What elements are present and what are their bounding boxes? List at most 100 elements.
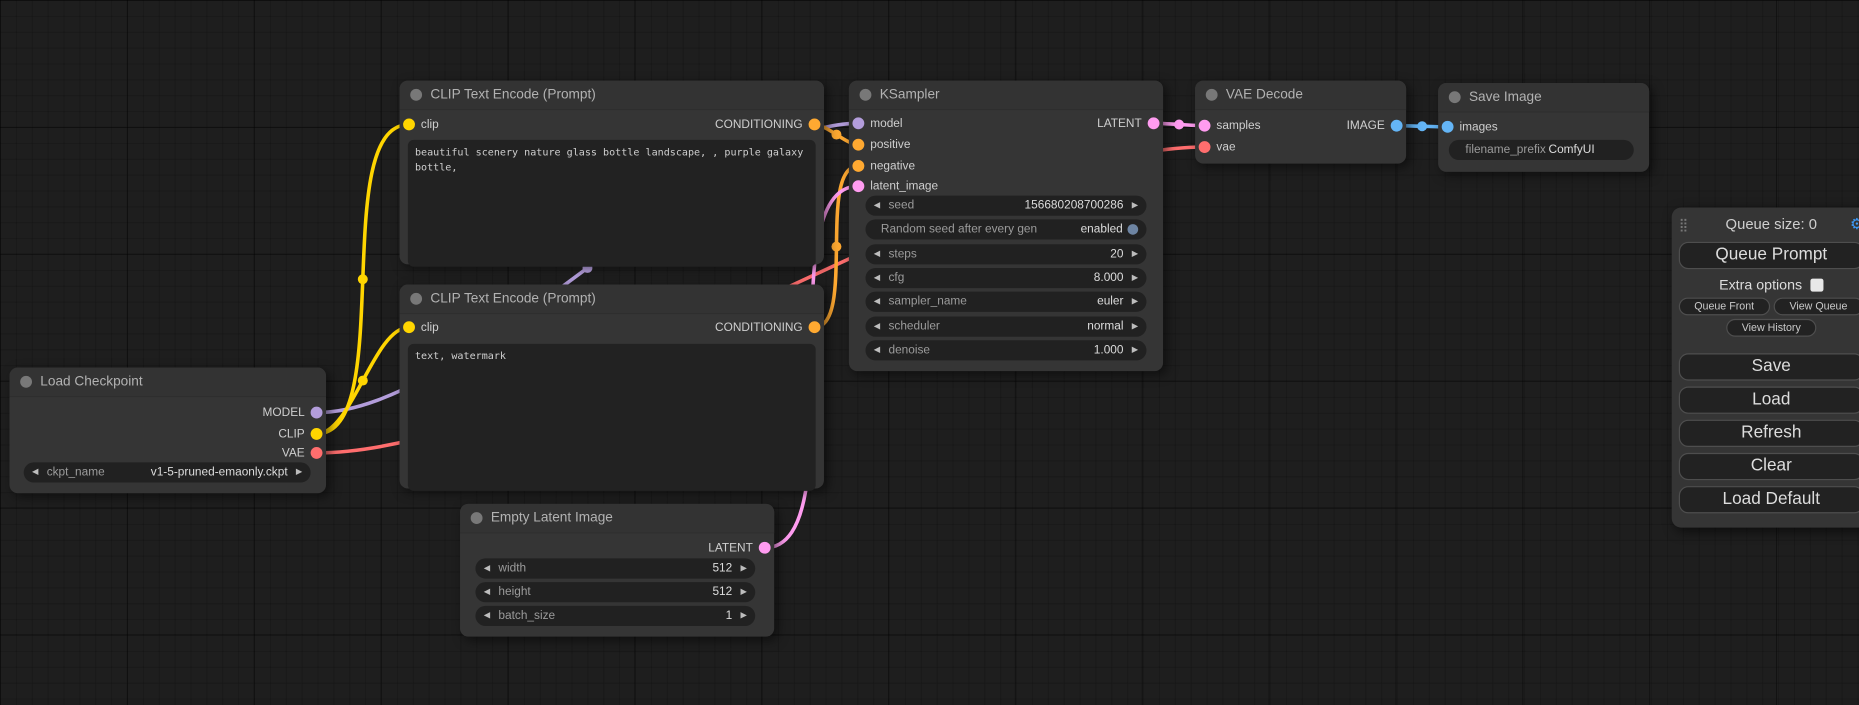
collapse-toggle-icon[interactable] bbox=[471, 512, 483, 524]
node-title-bar[interactable]: Save Image bbox=[1438, 83, 1649, 113]
output-slot-conditioning[interactable]: CONDITIONING bbox=[715, 117, 820, 131]
decrement-arrow-icon[interactable]: ◀ bbox=[484, 564, 490, 572]
input-slot-clip[interactable]: clip bbox=[403, 117, 439, 131]
drag-handle-icon[interactable]: ⣿ bbox=[1679, 216, 1698, 231]
graph-canvas[interactable]: Load Checkpoint MODEL CLIP VAE ◀ ckpt_na… bbox=[0, 0, 1859, 705]
increment-arrow-icon[interactable]: ▶ bbox=[1132, 298, 1138, 306]
slot-dot[interactable] bbox=[1442, 121, 1454, 133]
output-slot-image[interactable]: IMAGE bbox=[1347, 119, 1403, 133]
slot-dot[interactable] bbox=[852, 117, 864, 129]
decrement-arrow-icon[interactable]: ◀ bbox=[874, 250, 880, 258]
widget-filename-prefix[interactable]: filename_prefix ComfyUI bbox=[1449, 140, 1634, 160]
view-queue-button[interactable]: View Queue bbox=[1773, 297, 1859, 315]
decrement-arrow-icon[interactable]: ◀ bbox=[874, 274, 880, 282]
node-empty-latent-image[interactable]: Empty Latent Image LATENT ◀ width 512 ▶ … bbox=[460, 504, 774, 637]
node-title-bar[interactable]: Load Checkpoint bbox=[9, 368, 326, 398]
widget-batch-size[interactable]: ◀ batch_size 1 ▶ bbox=[475, 606, 755, 626]
slot-dot[interactable] bbox=[809, 119, 821, 131]
load-default-button[interactable]: Load Default bbox=[1679, 486, 1859, 513]
collapse-toggle-icon[interactable] bbox=[410, 293, 422, 305]
output-slot-latent[interactable]: LATENT bbox=[1097, 116, 1159, 130]
prompt-textarea[interactable]: beautiful scenery nature glass bottle la… bbox=[408, 140, 816, 267]
node-load-checkpoint[interactable]: Load Checkpoint MODEL CLIP VAE ◀ ckpt_na… bbox=[9, 368, 326, 494]
node-title-bar[interactable]: KSampler bbox=[849, 81, 1163, 111]
collapse-toggle-icon[interactable] bbox=[20, 376, 32, 388]
increment-arrow-icon[interactable]: ▶ bbox=[1132, 346, 1138, 354]
node-vae-decode[interactable]: VAE Decode samples vae IMAGE bbox=[1195, 81, 1406, 164]
extra-options-checkbox[interactable] bbox=[1810, 278, 1823, 291]
decrement-arrow-icon[interactable]: ◀ bbox=[874, 346, 880, 354]
clear-button[interactable]: Clear bbox=[1679, 453, 1859, 480]
slot-dot[interactable] bbox=[403, 321, 415, 333]
load-button[interactable]: Load bbox=[1679, 387, 1859, 414]
input-slot-samples[interactable]: samples bbox=[1199, 119, 1261, 133]
slot-dot[interactable] bbox=[1199, 141, 1211, 153]
output-slot-conditioning[interactable]: CONDITIONING bbox=[715, 320, 820, 334]
input-slot-negative[interactable]: negative bbox=[852, 159, 915, 173]
widget-height[interactable]: ◀ height 512 ▶ bbox=[475, 582, 755, 602]
node-save-image[interactable]: Save Image images filename_prefix ComfyU… bbox=[1438, 83, 1649, 172]
widget-seed[interactable]: ◀ seed 156680208700286 ▶ bbox=[865, 196, 1146, 216]
increment-arrow-icon[interactable]: ▶ bbox=[296, 468, 302, 476]
collapse-toggle-icon[interactable] bbox=[1206, 89, 1218, 101]
slot-dot[interactable] bbox=[403, 119, 415, 131]
input-slot-clip[interactable]: clip bbox=[403, 320, 439, 334]
queue-front-button[interactable]: Queue Front bbox=[1679, 297, 1770, 315]
widget-steps[interactable]: ◀ steps 20 ▶ bbox=[865, 244, 1146, 264]
decrement-arrow-icon[interactable]: ◀ bbox=[874, 202, 880, 210]
input-slot-vae[interactable]: vae bbox=[1199, 140, 1236, 154]
decrement-arrow-icon[interactable]: ◀ bbox=[874, 298, 880, 306]
increment-arrow-icon[interactable]: ▶ bbox=[1132, 274, 1138, 282]
output-slot-clip[interactable]: CLIP bbox=[278, 427, 322, 441]
queue-prompt-button[interactable]: Queue Prompt bbox=[1679, 241, 1859, 268]
increment-arrow-icon[interactable]: ▶ bbox=[741, 564, 747, 572]
prompt-textarea[interactable]: text, watermark bbox=[408, 344, 816, 491]
decrement-arrow-icon[interactable]: ◀ bbox=[32, 468, 38, 476]
increment-arrow-icon[interactable]: ▶ bbox=[741, 612, 747, 620]
node-clip-text-encode-negative[interactable]: CLIP Text Encode (Prompt) clip CONDITION… bbox=[400, 285, 824, 489]
widget-denoise[interactable]: ◀ denoise 1.000 ▶ bbox=[865, 340, 1146, 360]
slot-dot[interactable] bbox=[1391, 120, 1403, 132]
node-title-bar[interactable]: Empty Latent Image bbox=[460, 504, 774, 534]
input-slot-latent-image[interactable]: latent_image bbox=[852, 179, 938, 193]
slot-dot[interactable] bbox=[311, 428, 323, 440]
slot-dot[interactable] bbox=[852, 180, 864, 192]
save-button[interactable]: Save bbox=[1679, 353, 1859, 380]
refresh-button[interactable]: Refresh bbox=[1679, 420, 1859, 447]
widget-width[interactable]: ◀ width 512 ▶ bbox=[475, 558, 755, 578]
decrement-arrow-icon[interactable]: ◀ bbox=[484, 612, 490, 620]
decrement-arrow-icon[interactable]: ◀ bbox=[484, 588, 490, 596]
settings-gear-icon[interactable]: ⚙ bbox=[1845, 215, 1859, 233]
increment-arrow-icon[interactable]: ▶ bbox=[741, 588, 747, 596]
toggle-indicator-icon[interactable] bbox=[1128, 224, 1139, 235]
widget-ckpt-name[interactable]: ◀ ckpt_name v1-5-pruned-emaonly.ckpt ▶ bbox=[24, 462, 311, 482]
collapse-toggle-icon[interactable] bbox=[1449, 91, 1461, 103]
collapse-toggle-icon[interactable] bbox=[860, 89, 872, 101]
slot-dot[interactable] bbox=[1148, 117, 1160, 129]
output-slot-latent[interactable]: LATENT bbox=[708, 541, 770, 555]
increment-arrow-icon[interactable]: ▶ bbox=[1132, 202, 1138, 210]
input-slot-positive[interactable]: positive bbox=[852, 138, 910, 152]
queue-panel-header[interactable]: ⣿ Queue size: 0 ⚙ bbox=[1679, 212, 1859, 236]
widget-random-seed-toggle[interactable]: Random seed after every gen enabled bbox=[865, 219, 1146, 239]
slot-dot[interactable] bbox=[809, 321, 821, 333]
node-title-bar[interactable]: CLIP Text Encode (Prompt) bbox=[400, 81, 824, 111]
slot-dot[interactable] bbox=[852, 160, 864, 172]
node-title-bar[interactable]: VAE Decode bbox=[1195, 81, 1406, 111]
collapse-toggle-icon[interactable] bbox=[410, 89, 422, 101]
increment-arrow-icon[interactable]: ▶ bbox=[1132, 322, 1138, 330]
node-clip-text-encode-positive[interactable]: CLIP Text Encode (Prompt) clip CONDITION… bbox=[400, 81, 824, 265]
slot-dot[interactable] bbox=[311, 407, 323, 419]
node-ksampler[interactable]: KSampler model positive negative latent_… bbox=[849, 81, 1163, 371]
increment-arrow-icon[interactable]: ▶ bbox=[1132, 250, 1138, 258]
widget-scheduler[interactable]: ◀ scheduler normal ▶ bbox=[865, 317, 1146, 337]
slot-dot[interactable] bbox=[1199, 120, 1211, 132]
input-slot-images[interactable]: images bbox=[1442, 120, 1498, 134]
slot-dot[interactable] bbox=[311, 447, 323, 459]
slot-dot[interactable] bbox=[759, 542, 771, 554]
output-slot-vae[interactable]: VAE bbox=[282, 446, 323, 460]
input-slot-model[interactable]: model bbox=[852, 116, 902, 130]
view-history-button[interactable]: View History bbox=[1726, 318, 1816, 336]
slot-dot[interactable] bbox=[852, 139, 864, 151]
output-slot-model[interactable]: MODEL bbox=[263, 405, 323, 419]
